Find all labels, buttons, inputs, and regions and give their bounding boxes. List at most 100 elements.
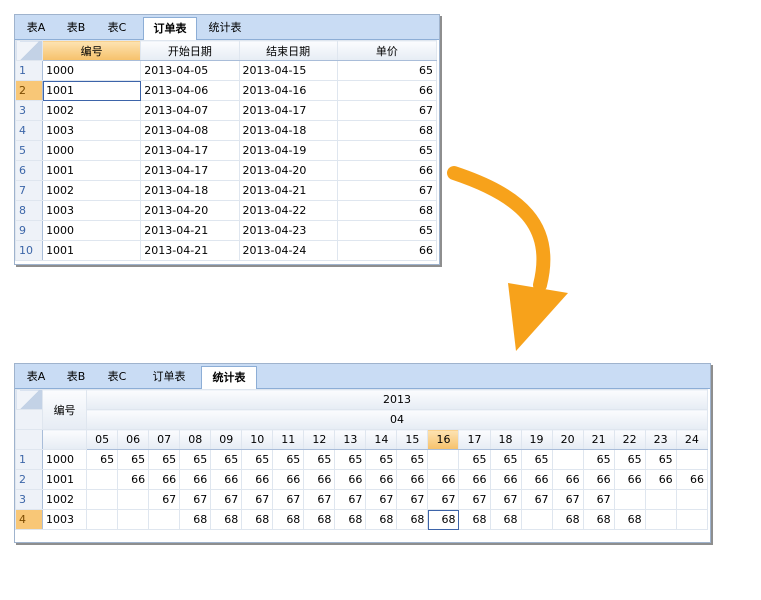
start-date-cell[interactable]: 2013-04-21 xyxy=(140,240,240,261)
select-all-corner[interactable] xyxy=(14,40,44,61)
day-header[interactable]: 17 xyxy=(458,429,491,450)
row-header[interactable]: 6 xyxy=(14,160,44,181)
price-cell[interactable]: 67 xyxy=(336,180,438,201)
value-cell[interactable]: 67 xyxy=(489,489,522,510)
row-header[interactable]: 4 xyxy=(14,509,44,530)
day-header[interactable]: 23 xyxy=(644,429,677,450)
value-cell[interactable]: 66 xyxy=(582,469,615,490)
value-cell[interactable]: 67 xyxy=(396,489,429,510)
value-cell[interactable] xyxy=(86,469,119,490)
id-cell[interactable]: 1003 xyxy=(42,509,88,530)
end-date-cell[interactable]: 2013-04-22 xyxy=(238,200,338,221)
value-cell[interactable]: 65 xyxy=(303,449,336,470)
row-header[interactable]: 10 xyxy=(14,240,44,261)
value-cell[interactable] xyxy=(117,509,150,530)
value-cell[interactable]: 68 xyxy=(179,509,212,530)
value-cell[interactable]: 65 xyxy=(520,449,553,470)
value-cell[interactable]: 67 xyxy=(551,489,584,510)
id-cell[interactable]: 1003 xyxy=(42,200,142,221)
end-date-cell[interactable]: 2013-04-21 xyxy=(238,180,338,201)
value-cell[interactable]: 68 xyxy=(303,509,336,530)
id-cell[interactable]: 1001 xyxy=(42,80,142,101)
tab-sheet-b[interactable]: 表B xyxy=(61,367,91,387)
value-cell[interactable]: 66 xyxy=(334,469,367,490)
value-cell[interactable]: 66 xyxy=(644,469,677,490)
value-cell[interactable]: 67 xyxy=(520,489,553,510)
tab-stat-sheet[interactable]: 统计表 xyxy=(203,18,247,38)
id-cell[interactable]: 1002 xyxy=(42,489,88,510)
row-header[interactable]: 3 xyxy=(14,489,44,510)
value-cell[interactable]: 67 xyxy=(458,489,491,510)
value-cell[interactable]: 65 xyxy=(458,449,491,470)
value-cell[interactable]: 67 xyxy=(365,489,398,510)
value-cell[interactable]: 67 xyxy=(241,489,274,510)
value-cell[interactable]: 68 xyxy=(365,509,398,530)
value-cell[interactable]: 65 xyxy=(241,449,274,470)
row-header[interactable]: 4 xyxy=(14,120,44,141)
start-date-cell[interactable]: 2013-04-20 xyxy=(140,200,240,221)
value-cell[interactable]: 68 xyxy=(334,509,367,530)
day-header[interactable]: 19 xyxy=(520,429,553,450)
tab-order-sheet[interactable]: 订单表 xyxy=(143,17,197,40)
value-cell[interactable]: 65 xyxy=(582,449,615,470)
tab-sheet-c[interactable]: 表C xyxy=(102,18,132,38)
end-date-cell[interactable]: 2013-04-23 xyxy=(238,220,338,241)
price-cell[interactable]: 65 xyxy=(336,220,438,241)
end-date-cell[interactable]: 2013-04-17 xyxy=(238,100,338,121)
value-cell[interactable] xyxy=(117,489,150,510)
value-cell[interactable]: 66 xyxy=(520,469,553,490)
price-cell[interactable]: 67 xyxy=(336,100,438,121)
row-header[interactable]: 9 xyxy=(14,220,44,241)
value-cell[interactable]: 67 xyxy=(303,489,336,510)
value-cell[interactable]: 65 xyxy=(148,449,181,470)
id-cell[interactable]: 1001 xyxy=(42,160,142,181)
row-header[interactable] xyxy=(14,429,44,450)
value-cell[interactable] xyxy=(644,489,677,510)
value-cell[interactable]: 66 xyxy=(210,469,243,490)
value-cell[interactable]: 66 xyxy=(551,469,584,490)
day-header[interactable]: 16 xyxy=(427,429,460,450)
day-header[interactable]: 10 xyxy=(241,429,274,450)
tab-sheet-a[interactable]: 表A xyxy=(21,367,51,387)
value-cell[interactable] xyxy=(86,509,119,530)
start-date-cell[interactable]: 2013-04-17 xyxy=(140,140,240,161)
start-date-cell[interactable]: 2013-04-17 xyxy=(140,160,240,181)
value-cell[interactable] xyxy=(427,449,460,470)
value-cell[interactable]: 66 xyxy=(241,469,274,490)
value-cell[interactable]: 68 xyxy=(396,509,429,530)
day-header[interactable]: 08 xyxy=(179,429,212,450)
price-cell[interactable]: 66 xyxy=(336,160,438,181)
day-header[interactable]: 15 xyxy=(396,429,429,450)
value-cell[interactable]: 68 xyxy=(458,509,491,530)
value-cell[interactable]: 67 xyxy=(582,489,615,510)
day-header[interactable]: 07 xyxy=(148,429,181,450)
start-date-cell[interactable]: 2013-04-08 xyxy=(140,120,240,141)
id-cell[interactable]: 1000 xyxy=(42,140,142,161)
value-cell[interactable]: 65 xyxy=(272,449,305,470)
value-cell[interactable]: 66 xyxy=(396,469,429,490)
day-header[interactable]: 05 xyxy=(86,429,119,450)
value-cell[interactable]: 67 xyxy=(148,489,181,510)
value-cell[interactable]: 65 xyxy=(489,449,522,470)
value-cell[interactable] xyxy=(613,489,646,510)
price-cell[interactable]: 65 xyxy=(336,140,438,161)
column-header-price[interactable]: 单价 xyxy=(336,40,438,61)
value-cell[interactable]: 66 xyxy=(148,469,181,490)
value-cell[interactable]: 66 xyxy=(303,469,336,490)
day-header[interactable]: 24 xyxy=(675,429,709,450)
value-cell[interactable]: 66 xyxy=(117,469,150,490)
value-cell[interactable] xyxy=(644,509,677,530)
value-cell[interactable]: 65 xyxy=(365,449,398,470)
value-cell[interactable] xyxy=(520,509,553,530)
value-cell[interactable]: 65 xyxy=(117,449,150,470)
value-cell[interactable]: 68 xyxy=(210,509,243,530)
column-header-start-date[interactable]: 开始日期 xyxy=(140,40,240,61)
value-cell[interactable]: 65 xyxy=(334,449,367,470)
row-header[interactable]: 7 xyxy=(14,180,44,201)
value-cell[interactable] xyxy=(148,509,181,530)
price-cell[interactable]: 68 xyxy=(336,200,438,221)
value-cell[interactable] xyxy=(675,489,709,510)
day-header[interactable]: 21 xyxy=(582,429,615,450)
start-date-cell[interactable]: 2013-04-06 xyxy=(140,80,240,101)
row-header[interactable]: 1 xyxy=(14,60,44,81)
